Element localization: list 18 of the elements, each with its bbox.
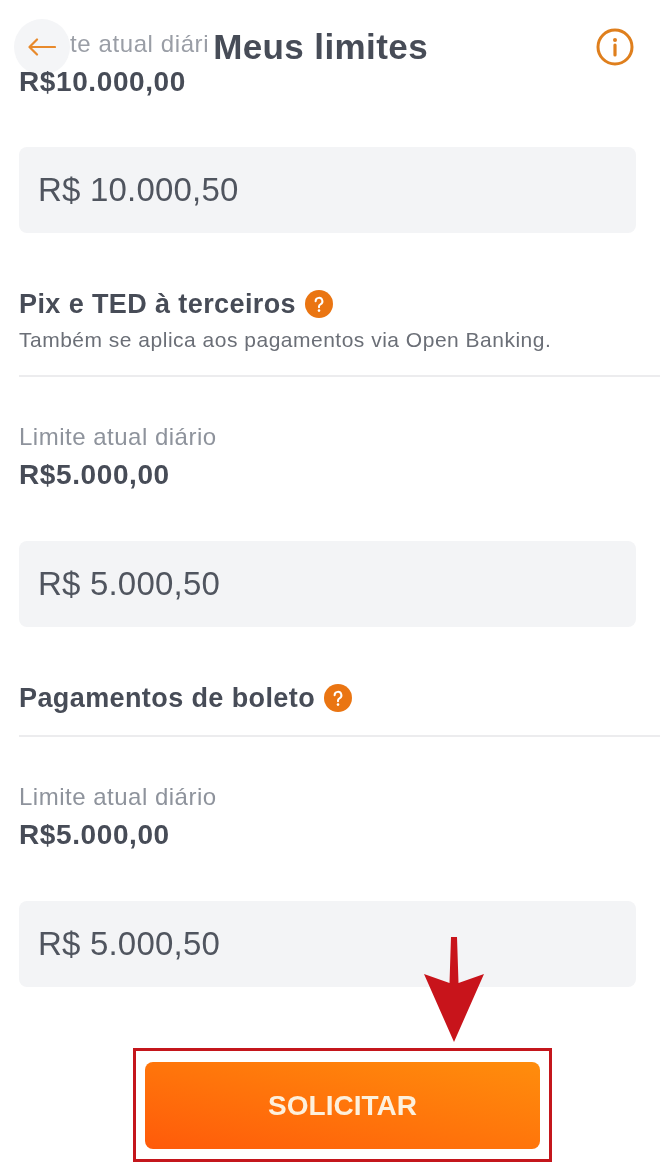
limit-value: R$5.000,00 <box>19 820 170 850</box>
limit-label: te atual diári <box>70 30 210 58</box>
help-icon[interactable] <box>305 290 334 318</box>
info-button[interactable] <box>596 28 634 66</box>
limit-label: Limite atual diário <box>19 783 217 811</box>
help-icon[interactable] <box>324 684 353 712</box>
page-title: Meus limites <box>213 27 429 67</box>
back-arrow-icon <box>28 38 56 56</box>
info-icon <box>596 28 634 66</box>
section-title: Pix e TED à terceiros <box>19 289 297 319</box>
section-description: Também se aplica aos pagamentos via Open Banking. <box>19 328 552 352</box>
limit-value: R$5.000,00 <box>19 460 170 490</box>
limit-label: Limite atual diário <box>19 423 217 451</box>
section-title: Pagamentos de boleto <box>19 683 316 713</box>
limit-input[interactable]: R$ 10.000,50 <box>19 147 636 233</box>
limit-input[interactable]: R$ 5.000,50 <box>19 541 636 627</box>
limit-input[interactable]: R$ 5.000,50 <box>19 901 636 987</box>
limit-value: R$10.000,00 <box>19 67 186 97</box>
